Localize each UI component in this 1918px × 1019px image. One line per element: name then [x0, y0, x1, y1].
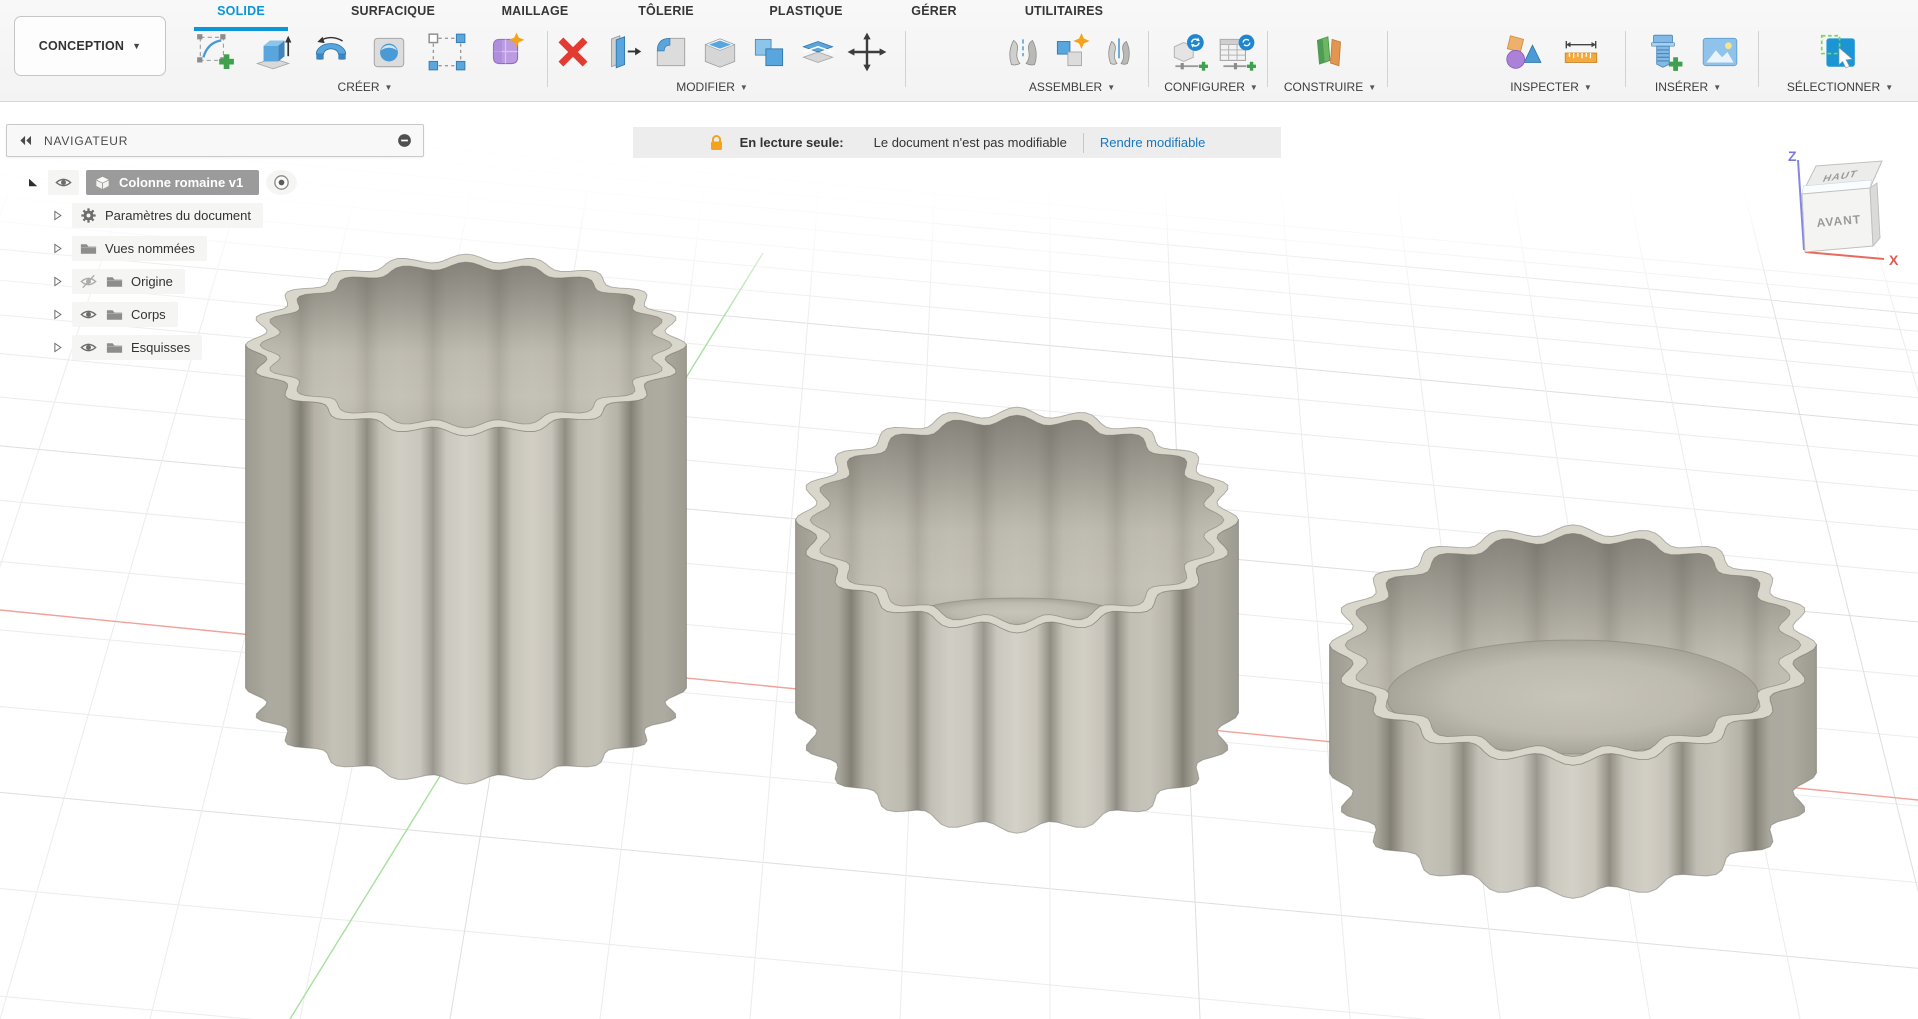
- group-label-créer[interactable]: CRÉER▼: [338, 80, 393, 94]
- tree-item[interactable]: Esquisses: [72, 335, 202, 360]
- combine-icon[interactable]: [746, 29, 792, 75]
- tab-utilitaires[interactable]: UTILITAIRES: [1025, 4, 1103, 18]
- column-segment-medium[interactable]: [796, 407, 1239, 833]
- group-insérer: INSÉRER▼: [1640, 29, 1743, 97]
- tab-solide[interactable]: SOLIDE: [217, 4, 265, 18]
- extrude-icon[interactable]: [250, 29, 296, 75]
- group-inspecter: INSPECTER▼: [1499, 29, 1604, 97]
- rectangular-pattern-icon[interactable]: [424, 29, 470, 75]
- make-editable-link[interactable]: Rendre modifiable: [1100, 135, 1206, 150]
- minimize-panel-icon[interactable]: [396, 132, 413, 149]
- group-label-inspecter[interactable]: INSPECTER▼: [1510, 80, 1592, 94]
- create-form-icon[interactable]: [482, 29, 528, 75]
- tab-plastique[interactable]: PLASTIQUE: [769, 4, 842, 18]
- tab-gérer[interactable]: GÉRER: [911, 4, 956, 18]
- group-configurer: CONFIGURER▼: [1165, 29, 1259, 97]
- workspace-selector[interactable]: CONCEPTION ▼: [14, 16, 166, 76]
- disclosure-collapsed-icon[interactable]: [50, 208, 65, 223]
- chevron-down-icon: ▼: [132, 41, 141, 51]
- view-cube[interactable]: HAUT AVANT Z X: [1758, 128, 1918, 283]
- disclosure-open-icon[interactable]: [26, 175, 41, 190]
- joint-icon[interactable]: [1000, 29, 1046, 75]
- navigator-header[interactable]: NAVIGATEUR: [6, 124, 424, 157]
- configuration-icon[interactable]: [1165, 29, 1211, 75]
- group-assembler: ASSEMBLER▼: [1000, 29, 1142, 97]
- group-créer: CRÉER▼: [192, 29, 528, 97]
- tree-row-vues-nomm-es[interactable]: Vues nommées: [50, 235, 207, 261]
- workspace-label: CONCEPTION: [39, 39, 124, 53]
- group-construire: CONSTRUIRE▼: [1307, 29, 1353, 97]
- banner-title: En lecture seule:: [740, 135, 844, 150]
- move-icon[interactable]: [844, 29, 890, 75]
- select-icon[interactable]: [1815, 29, 1861, 75]
- tree-row-corps[interactable]: Corps: [50, 301, 178, 327]
- as-built-joint-icon[interactable]: [1096, 29, 1142, 75]
- group-label-modifier[interactable]: MODIFIER▼: [676, 80, 748, 94]
- banner-message: Le document n'est pas modifiable: [874, 135, 1067, 150]
- z-axis-label: Z: [1788, 148, 1797, 164]
- delete-icon[interactable]: [550, 29, 596, 75]
- insert-fastener-icon[interactable]: [1640, 29, 1686, 75]
- x-axis-line: [1805, 252, 1884, 259]
- tab-maillage[interactable]: MAILLAGE: [502, 4, 569, 18]
- create-sketch-icon[interactable]: [192, 29, 238, 75]
- visibility-toggle[interactable]: [48, 170, 79, 195]
- configuration-table-icon[interactable]: [1213, 29, 1259, 75]
- group-divider: [547, 31, 548, 87]
- tree-item[interactable]: Vues nommées: [72, 236, 207, 261]
- tree-row-colonne-romaine-v1[interactable]: Colonne romaine v1: [26, 169, 297, 195]
- hole-icon[interactable]: [366, 29, 412, 75]
- x-axis-label: X: [1889, 252, 1899, 268]
- group-label-sélectionner[interactable]: SÉLECTIONNER▼: [1787, 80, 1893, 94]
- read-only-banner: En lecture seule: Le document n'est pas …: [633, 127, 1281, 158]
- tree-item[interactable]: Paramètres du document: [72, 203, 263, 228]
- toolbar: CONCEPTION ▼ SOLIDE SURFACIQUE MAILLAGE TÔL…: [0, 0, 1918, 102]
- group-sélectionner: SÉLECTIONNER▼: [1815, 29, 1861, 97]
- disclosure-collapsed-icon[interactable]: [50, 274, 65, 289]
- insert-canvas-icon[interactable]: [1697, 29, 1743, 75]
- group-divider: [905, 31, 906, 87]
- group-divider: [1267, 31, 1268, 87]
- tree-row-param-tres-du-document[interactable]: Paramètres du document: [50, 202, 263, 228]
- tree-row-origine[interactable]: Origine: [50, 268, 185, 294]
- group-label-assembler[interactable]: ASSEMBLER▼: [1029, 80, 1115, 94]
- navigator-title: NAVIGATEUR: [44, 134, 128, 148]
- inspect-icon[interactable]: [1499, 29, 1545, 75]
- disclosure-collapsed-icon[interactable]: [50, 340, 65, 355]
- tree-item[interactable]: Origine: [72, 269, 185, 294]
- group-divider: [1625, 31, 1626, 87]
- banner-divider: [1083, 133, 1084, 153]
- revolve-icon[interactable]: [308, 29, 354, 75]
- collapse-panel-icon[interactable]: [17, 132, 34, 149]
- construction-plane-icon[interactable]: [1307, 29, 1353, 75]
- split-body-icon[interactable]: [795, 29, 841, 75]
- fusion360-window: HAUT AVANT Z X CONCEPTION ▼ SOLIDE SURFAC…: [0, 0, 1918, 1019]
- group-divider: [1758, 31, 1759, 87]
- column-segment-short[interactable]: [1330, 525, 1817, 899]
- group-label-configurer[interactable]: CONFIGURER▼: [1164, 80, 1258, 94]
- component-label[interactable]: Colonne romaine v1: [86, 170, 259, 195]
- group-modifier: MODIFIER▼: [550, 29, 890, 97]
- tab-tôlerie[interactable]: TÔLERIE: [638, 4, 694, 18]
- lock-icon: [709, 134, 724, 151]
- group-label-construire[interactable]: CONSTRUIRE▼: [1284, 80, 1376, 94]
- measure-icon[interactable]: [1558, 29, 1604, 75]
- disclosure-collapsed-icon[interactable]: [50, 241, 65, 256]
- tab-surfacique[interactable]: SURFACIQUE: [351, 4, 435, 18]
- shell-icon[interactable]: [697, 29, 743, 75]
- fillet-icon[interactable]: [648, 29, 694, 75]
- new-component-icon[interactable]: [1048, 29, 1094, 75]
- column-segment-tall[interactable]: [246, 254, 687, 784]
- press-pull-icon[interactable]: [599, 29, 645, 75]
- activate-component-radio[interactable]: [266, 170, 297, 195]
- tree-item[interactable]: Corps: [72, 302, 178, 327]
- disclosure-collapsed-icon[interactable]: [50, 307, 65, 322]
- tree-row-esquisses[interactable]: Esquisses: [50, 334, 202, 360]
- group-divider: [1387, 31, 1388, 87]
- group-divider: [1148, 31, 1149, 87]
- group-label-insérer[interactable]: INSÉRER▼: [1655, 80, 1721, 94]
